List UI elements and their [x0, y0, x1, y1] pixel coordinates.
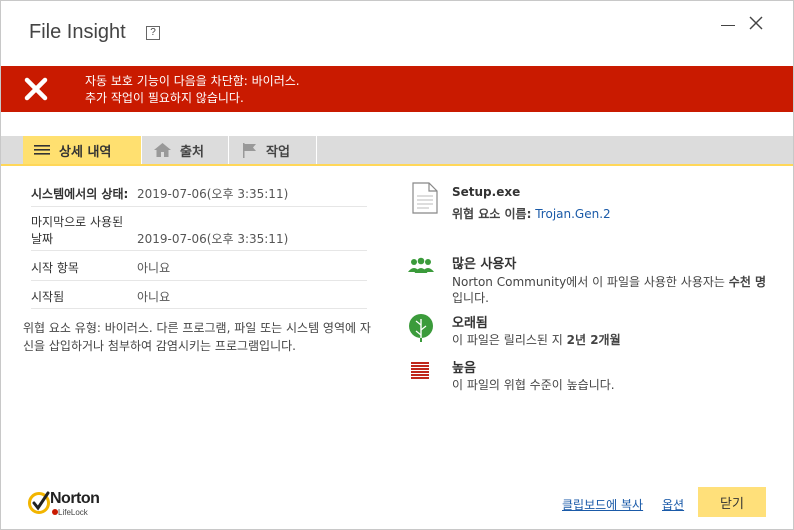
detail-row-startup-item: 시작 항목 아니요: [31, 251, 367, 281]
detail-value: 2019-07-06(오후 3:35:11): [137, 232, 289, 246]
detail-row-launched: 시작됨 아니요: [31, 281, 367, 309]
tab-actions-label: 작업: [266, 144, 290, 160]
close-icon: [749, 16, 763, 30]
users-text-line1: Norton Community에서 이 파일을 사용한 사용자는 수천 명: [452, 273, 766, 290]
home-icon: [154, 143, 171, 157]
alert-message-line1: 자동 보호 기능이 다음을 차단함: 바이러스.: [85, 74, 300, 88]
tab-source-label: 출처: [180, 144, 204, 160]
detail-value: 아니요: [137, 290, 171, 304]
age-text-bold: 2년 2개월: [566, 333, 621, 347]
detail-label: 시작됨: [31, 290, 65, 304]
threat-description: 위협 요소 유형: 바이러스. 다른 프로그램, 파일 또는 시스템 영역에 자…: [23, 319, 377, 355]
close-window-button[interactable]: [747, 14, 765, 32]
minimize-icon: [721, 25, 735, 26]
detail-value: 아니요: [137, 261, 171, 275]
threat-name-label: 위협 요소 이름:: [452, 207, 532, 221]
risk-title: 높음: [452, 361, 476, 376]
tab-details-label: 상세 내역: [59, 144, 112, 160]
detail-row-last-used: 마지막으로 사용된 날짜 2019-07-06(오후 3:35:11): [31, 207, 367, 251]
age-text-prefix: 이 파일은 릴리스된 지: [452, 333, 563, 347]
norton-logo-text: Norton: [50, 490, 100, 507]
users-text-line2: 입니다.: [452, 291, 489, 305]
blocked-x-icon: [24, 77, 48, 101]
list-icon: [34, 144, 50, 156]
detail-label-line1: 마지막으로 사용된: [31, 215, 124, 229]
age-title: 오래됨: [452, 316, 488, 331]
detail-row-status: 시스템에서의 상태: 2019-07-06(오후 3:35:11): [31, 177, 367, 207]
window-title: File Insight: [29, 21, 126, 43]
users-title: 많은 사용자: [452, 257, 517, 272]
threat-description-line2: 신을 삽입하거나 첨부하여 감염시키는 프로그램입니다.: [23, 339, 296, 353]
age-text: 이 파일은 릴리스된 지 2년 2개월: [452, 331, 621, 348]
help-icon[interactable]: ?: [146, 26, 160, 40]
detail-label: 시스템에서의 상태:: [31, 187, 129, 201]
tab-source[interactable]: 출처: [142, 136, 229, 164]
file-insight-window: File Insight ? 자동 보호 기능이 다음을 차단함: 바이러스. …: [0, 0, 794, 530]
detail-value: 2019-07-06(오후 3:35:11): [137, 187, 289, 201]
risk-text: 이 파일의 위협 수준이 높습니다.: [452, 378, 615, 392]
users-text-prefix: Norton Community에서 이 파일을 사용한 사용자는: [452, 275, 725, 289]
threat-description-line1: 위협 요소 유형: 바이러스. 다른 프로그램, 파일 또는 시스템 영역에 자: [23, 321, 371, 335]
norton-check-icon: [28, 491, 50, 514]
threat-name-line: 위협 요소 이름: Trojan.Gen.2: [452, 205, 611, 222]
minimize-button[interactable]: [719, 13, 739, 35]
lifelock-dot-icon: [52, 509, 58, 515]
alert-message-line2: 추가 작업이 필요하지 않습니다.: [85, 91, 244, 105]
detail-label: 시작 항목: [31, 261, 79, 275]
title-bar: File Insight ?: [1, 1, 793, 65]
threat-name-link[interactable]: Trojan.Gen.2: [535, 207, 610, 221]
leaf-icon: [409, 314, 433, 342]
tab-actions[interactable]: 작업: [229, 136, 317, 164]
norton-logo: Norton LifeLock: [28, 488, 118, 518]
risk-level-icon: [411, 362, 429, 379]
tab-details[interactable]: 상세 내역: [23, 136, 142, 164]
options-link[interactable]: 옵션: [662, 496, 684, 513]
copy-to-clipboard-link[interactable]: 클립보드에 복사: [562, 496, 643, 513]
flag-icon: [243, 142, 257, 158]
close-button[interactable]: 닫기: [698, 487, 766, 517]
detail-label-line2: 날짜: [31, 232, 54, 246]
tab-bar: 상세 내역 출처 작업: [1, 136, 793, 166]
lifelock-logo-text: LifeLock: [58, 508, 88, 517]
alert-banner: 자동 보호 기능이 다음을 차단함: 바이러스. 추가 작업이 필요하지 않습니…: [1, 66, 793, 112]
file-icon: [412, 182, 438, 214]
users-icon: [408, 257, 434, 273]
users-text-bold: 수천 명: [728, 275, 767, 289]
file-name: Setup.exe: [452, 185, 521, 199]
